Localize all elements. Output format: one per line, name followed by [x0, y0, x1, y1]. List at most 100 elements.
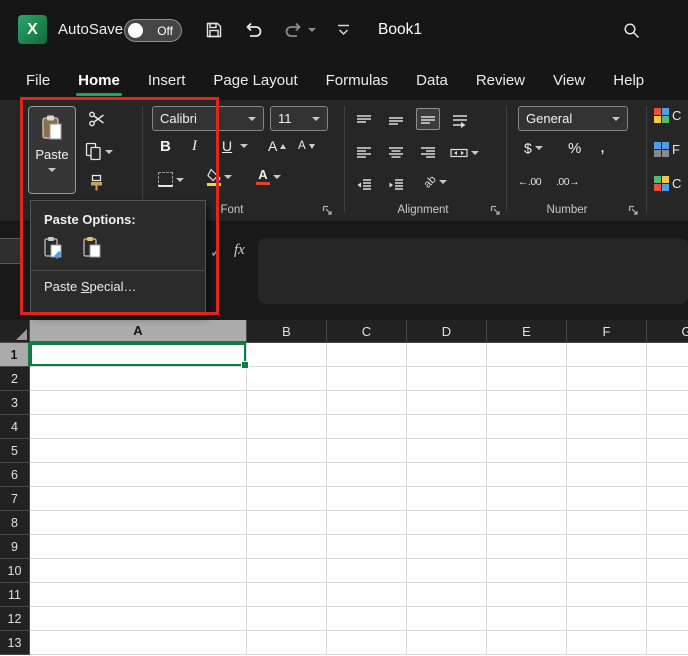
row-header-6[interactable]: 6	[0, 463, 30, 487]
cell-b7[interactable]	[247, 487, 327, 511]
conditional-formatting-button[interactable]: C	[654, 108, 681, 123]
enter-icon[interactable]: ✓	[210, 244, 222, 261]
decrease-indent-button[interactable]	[356, 178, 372, 192]
cell-g1[interactable]	[647, 343, 688, 367]
number-dialog-launcher[interactable]	[628, 203, 639, 214]
cell-e12[interactable]	[487, 607, 567, 631]
cell-b1[interactable]	[247, 343, 327, 367]
cell-a6[interactable]	[30, 463, 247, 487]
cell-d13[interactable]	[407, 631, 487, 655]
cell-g6[interactable]	[647, 463, 688, 487]
orientation-button[interactable]: ab	[424, 176, 447, 188]
cell-g3[interactable]	[647, 391, 688, 415]
cell-e10[interactable]	[487, 559, 567, 583]
cell-c2[interactable]	[327, 367, 407, 391]
paste-values-button[interactable]	[80, 235, 106, 261]
alignment-dialog-launcher[interactable]	[490, 203, 501, 214]
decrease-font-size-button[interactable]: A	[298, 140, 315, 152]
column-header-a[interactable]: A	[30, 320, 247, 343]
cell-e6[interactable]	[487, 463, 567, 487]
cell-a5[interactable]	[30, 439, 247, 463]
cell-b11[interactable]	[247, 583, 327, 607]
cell-d11[interactable]	[407, 583, 487, 607]
column-header-b[interactable]: B	[247, 320, 327, 343]
cell-c12[interactable]	[327, 607, 407, 631]
format-as-table-button[interactable]: F	[654, 142, 680, 157]
row-header-5[interactable]: 5	[0, 439, 30, 463]
paste-keep-source-formatting-button[interactable]	[41, 235, 67, 261]
cell-b10[interactable]	[247, 559, 327, 583]
cell-d9[interactable]	[407, 535, 487, 559]
tab-insert[interactable]: Insert	[148, 60, 186, 100]
cell-styles-button[interactable]: C	[654, 176, 681, 191]
search-button[interactable]	[622, 21, 641, 40]
redo-button[interactable]	[284, 20, 316, 40]
format-painter-button[interactable]	[88, 174, 105, 192]
row-header-7[interactable]: 7	[0, 487, 30, 511]
cell-e3[interactable]	[487, 391, 567, 415]
cell-f2[interactable]	[567, 367, 647, 391]
cell-a3[interactable]	[30, 391, 247, 415]
number-format-combobox[interactable]: General	[518, 106, 628, 131]
cell-g13[interactable]	[647, 631, 688, 655]
percent-style-button[interactable]: %	[568, 140, 581, 157]
middle-align-button[interactable]	[388, 114, 404, 128]
paste-button[interactable]: Paste	[28, 106, 76, 194]
row-header-11[interactable]: 11	[0, 583, 30, 607]
cell-b8[interactable]	[247, 511, 327, 535]
wrap-text-button[interactable]	[452, 114, 468, 128]
cell-b12[interactable]	[247, 607, 327, 631]
cell-f6[interactable]	[567, 463, 647, 487]
cell-b9[interactable]	[247, 535, 327, 559]
save-button[interactable]	[204, 20, 224, 40]
cell-f7[interactable]	[567, 487, 647, 511]
font-name-combobox[interactable]: Calibri	[152, 106, 264, 131]
tab-data[interactable]: Data	[416, 60, 448, 100]
cell-d1[interactable]	[407, 343, 487, 367]
cell-e9[interactable]	[487, 535, 567, 559]
cell-f13[interactable]	[567, 631, 647, 655]
undo-button[interactable]	[243, 20, 263, 40]
cell-e2[interactable]	[487, 367, 567, 391]
increase-indent-button[interactable]	[388, 178, 404, 192]
cell-b6[interactable]	[247, 463, 327, 487]
comma-style-button[interactable]: ,	[600, 136, 605, 157]
cell-f3[interactable]	[567, 391, 647, 415]
cell-c7[interactable]	[327, 487, 407, 511]
cell-d8[interactable]	[407, 511, 487, 535]
cell-a9[interactable]	[30, 535, 247, 559]
cell-d3[interactable]	[407, 391, 487, 415]
cell-a8[interactable]	[30, 511, 247, 535]
top-align-button[interactable]	[356, 114, 372, 128]
tab-view[interactable]: View	[553, 60, 585, 100]
column-header-d[interactable]: D	[407, 320, 487, 343]
cell-e1[interactable]	[487, 343, 567, 367]
cell-g7[interactable]	[647, 487, 688, 511]
font-size-combobox[interactable]: 11	[270, 106, 328, 131]
cell-g8[interactable]	[647, 511, 688, 535]
row-header-10[interactable]: 10	[0, 559, 30, 583]
row-header-12[interactable]: 12	[0, 607, 30, 631]
cell-a11[interactable]	[30, 583, 247, 607]
increase-decimal-button[interactable]: ←.00	[518, 176, 541, 188]
increase-font-size-button[interactable]: A	[268, 138, 286, 154]
cell-g11[interactable]	[647, 583, 688, 607]
cell-c6[interactable]	[327, 463, 407, 487]
cell-c3[interactable]	[327, 391, 407, 415]
formula-input[interactable]	[258, 238, 688, 304]
cell-a1[interactable]	[30, 343, 247, 367]
cell-b5[interactable]	[247, 439, 327, 463]
cell-c4[interactable]	[327, 415, 407, 439]
excel-logo-icon[interactable]: X	[18, 15, 47, 44]
underline-button[interactable]: U	[222, 138, 248, 154]
cell-e5[interactable]	[487, 439, 567, 463]
cell-f9[interactable]	[567, 535, 647, 559]
cell-g12[interactable]	[647, 607, 688, 631]
row-header-13[interactable]: 13	[0, 631, 30, 655]
cell-c1[interactable]	[327, 343, 407, 367]
font-dialog-launcher[interactable]	[322, 203, 333, 214]
cell-f10[interactable]	[567, 559, 647, 583]
cell-f8[interactable]	[567, 511, 647, 535]
cell-d6[interactable]	[407, 463, 487, 487]
align-right-button[interactable]	[420, 146, 436, 160]
